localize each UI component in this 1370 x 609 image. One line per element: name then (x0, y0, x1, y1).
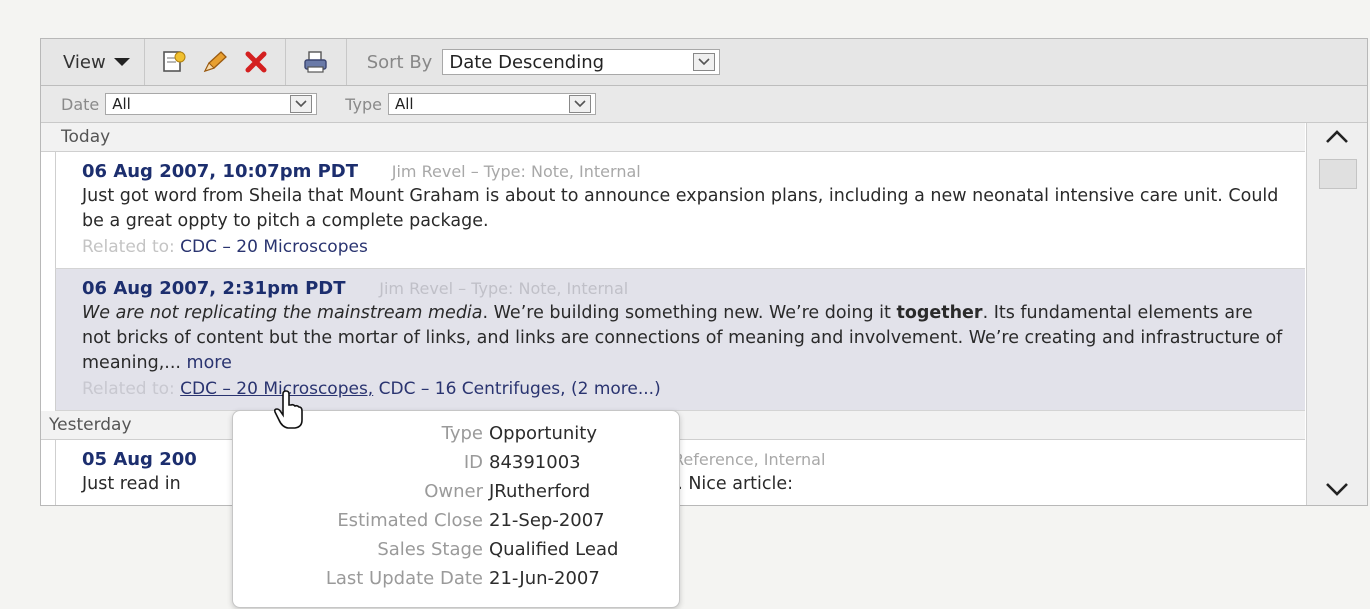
popup-row: Sales Stage Qualified Lead (233, 539, 679, 568)
toolbar-actions (145, 39, 286, 85)
filter-bar: Date All Type All (41, 86, 1367, 123)
list-item[interactable]: 06 Aug 2007, 2:31pm PDT Jim Revel – Type… (55, 269, 1305, 411)
chevron-down-icon (569, 95, 591, 113)
popup-key: Type (441, 423, 483, 444)
popup-key: Estimated Close (337, 510, 483, 531)
popup-row: Owner JRutherford (233, 481, 679, 510)
popup-value: JRutherford (489, 481, 591, 502)
related-more-link[interactable]: (2 more...) (571, 379, 661, 399)
type-filter-label: Type (345, 94, 382, 114)
popup-row: Estimated Close 21-Sep-2007 (233, 510, 679, 539)
scroll-up-icon[interactable] (1317, 125, 1357, 149)
entry-body: We are not replicating the mainstream me… (82, 301, 1305, 376)
scroll-down-icon[interactable] (1317, 477, 1357, 501)
entry-date: 06 Aug 2007, 2:31pm PDT (82, 278, 346, 299)
related-link[interactable]: CDC – 16 Centrifuges, (379, 379, 566, 399)
date-filter-value: All (112, 95, 131, 113)
toolbar: View Sort By Date Descending (41, 39, 1367, 86)
entry-related: Related to: CDC – 20 Microscopes, CDC – … (82, 376, 1305, 402)
chevron-down-icon (290, 95, 313, 113)
related-to-label: Related to: (82, 237, 175, 257)
date-filter-select[interactable]: All (105, 93, 318, 115)
entry-meta: Jim Revel – Type: Note, Internal (379, 279, 629, 298)
body-bold: together (896, 303, 983, 323)
entry-date: 05 Aug 200 (82, 449, 197, 470)
print-group (286, 39, 347, 85)
popup-key: Owner (424, 481, 483, 502)
sort-control: Sort By Date Descending (347, 49, 721, 75)
body-text: . We’re building something new. We’re do… (482, 303, 897, 323)
popup-row: ID 84391003 (233, 452, 679, 481)
edit-pencil-icon[interactable] (201, 49, 229, 75)
more-link[interactable]: more (187, 353, 232, 373)
popup-value: 21-Jun-2007 (489, 568, 600, 589)
type-filter-select[interactable]: All (388, 93, 596, 115)
entry-related: Related to: CDC – 20 Microscopes (82, 234, 1305, 260)
caret-down-icon (113, 58, 130, 66)
entry-header: 06 Aug 2007, 10:07pm PDT Jim Revel – Typ… (82, 160, 1305, 184)
popup-row: Last Update Date 21-Jun-2007 (233, 568, 679, 597)
entry-date: 06 Aug 2007, 10:07pm PDT (82, 161, 359, 182)
chevron-down-icon (693, 53, 716, 71)
hand-cursor-icon (272, 390, 306, 434)
entry-body: Just got word from Sheila that Mount Gra… (82, 186, 1279, 231)
popup-value: 21-Sep-2007 (489, 510, 605, 531)
view-menu-button[interactable]: View (41, 39, 145, 85)
related-link[interactable]: CDC – 20 Microscopes (180, 237, 368, 257)
related-to-label: Related to: (82, 379, 175, 399)
popup-key: ID (463, 452, 483, 473)
scrollbar-thumb[interactable] (1319, 159, 1357, 189)
date-filter-label: Date (61, 94, 100, 114)
view-label: View (63, 51, 106, 73)
popup-value: Opportunity (489, 423, 598, 444)
new-note-icon[interactable] (161, 49, 187, 75)
popup-value: Qualified Lead (489, 539, 619, 560)
sort-by-label: Sort By (366, 51, 433, 73)
sort-by-value: Date Descending (449, 51, 605, 73)
hover-detail-popup: Type Opportunity ID 84391003 Owner JRuth… (232, 410, 680, 608)
body-text: Just read in (82, 474, 181, 494)
popup-value: 84391003 (489, 452, 581, 473)
vertical-scrollbar[interactable] (1306, 123, 1367, 505)
entry-header: 06 Aug 2007, 2:31pm PDT Jim Revel – Type… (82, 277, 1305, 301)
delete-x-icon[interactable] (243, 49, 269, 75)
type-filter-value: All (395, 95, 414, 113)
list-item[interactable]: 06 Aug 2007, 10:07pm PDT Jim Revel – Typ… (55, 152, 1305, 269)
entry-meta: : Reference, Internal (662, 450, 826, 469)
body-italic: We are not replicating the mainstream me… (82, 303, 483, 323)
entry-meta: Jim Revel – Type: Note, Internal (391, 162, 641, 181)
popup-key: Sales Stage (377, 539, 483, 560)
group-header-today: Today (41, 123, 1305, 152)
sort-by-select[interactable]: Date Descending (442, 49, 721, 75)
popup-key: Last Update Date (325, 568, 483, 589)
print-icon[interactable] (302, 49, 330, 75)
